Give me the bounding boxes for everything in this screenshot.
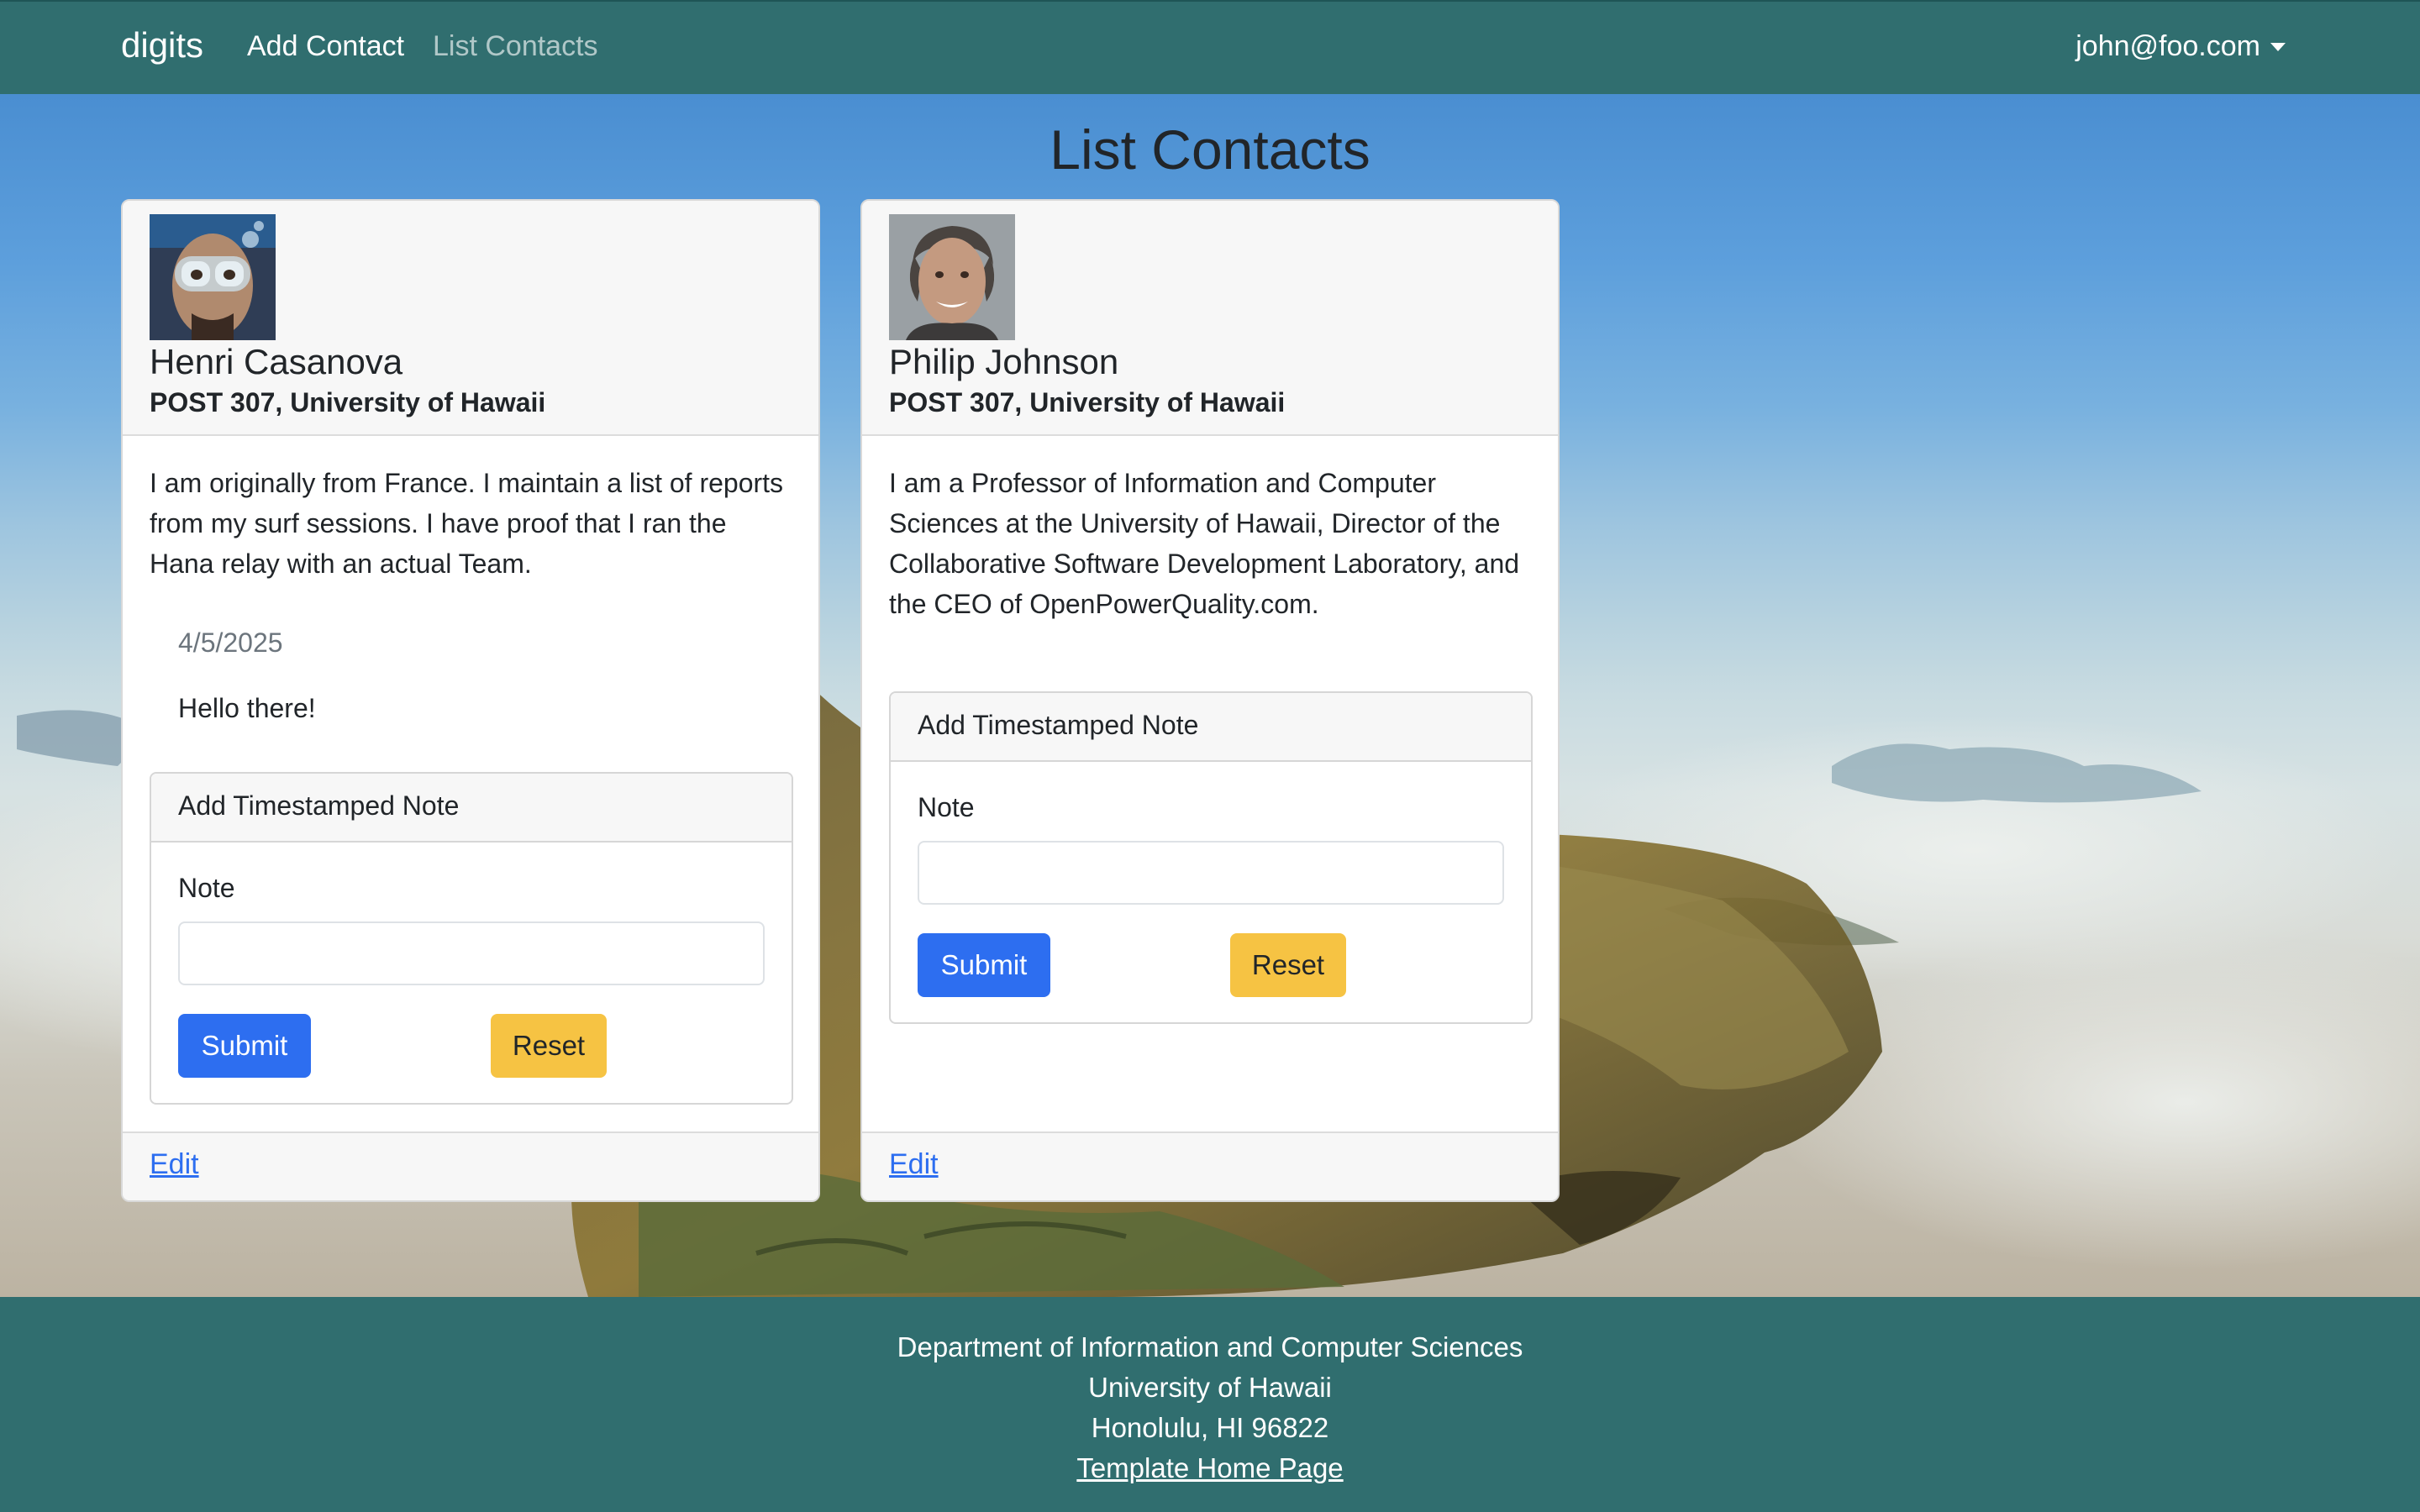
submit-button[interactable]: Submit bbox=[178, 1014, 311, 1078]
note-label: Note bbox=[178, 873, 235, 903]
caret-down-icon bbox=[2270, 42, 2286, 51]
submit-button[interactable]: Submit bbox=[918, 933, 1050, 997]
footer-city: Honolulu, HI 96822 bbox=[1091, 1412, 1329, 1443]
card-header: Henri Casanova POST 307, University of H… bbox=[123, 201, 818, 436]
contact-description: I am a Professor of Information and Comp… bbox=[889, 468, 1520, 619]
contact-address: POST 307, University of Hawaii bbox=[150, 387, 546, 417]
note-input[interactable] bbox=[178, 921, 765, 985]
contact-name: Philip Johnson bbox=[889, 342, 1119, 381]
user-email: john@foo.com bbox=[2075, 30, 2260, 62]
add-note-form: Add Timestamped Note Note Submit Reset bbox=[889, 691, 1533, 1024]
note-label: Note bbox=[918, 792, 975, 822]
avatar-photo-philip bbox=[889, 214, 1015, 340]
edit-link[interactable]: Edit bbox=[889, 1148, 939, 1181]
avatar bbox=[150, 214, 276, 340]
footer-university: University of Hawaii bbox=[1088, 1372, 1332, 1403]
top-navbar: digits Add Contact List Contacts john@fo… bbox=[0, 0, 2420, 94]
contact-name: Henri Casanova bbox=[150, 342, 403, 381]
contact-card: Philip Johnson POST 307, University of H… bbox=[860, 199, 1560, 1202]
note-text: Hello there! bbox=[178, 693, 316, 723]
template-home-link[interactable]: Template Home Page bbox=[1076, 1448, 1343, 1488]
card-footer: Edit bbox=[862, 1131, 1558, 1200]
contact-card: Henri Casanova POST 307, University of H… bbox=[121, 199, 820, 1202]
page-title: List Contacts bbox=[1050, 118, 1370, 181]
reset-button[interactable]: Reset bbox=[491, 1014, 607, 1078]
nav-add-contact[interactable]: Add Contact bbox=[247, 30, 404, 63]
note-form-title: Add Timestamped Note bbox=[151, 774, 792, 843]
card-footer: Edit bbox=[123, 1131, 818, 1200]
page-footer: Department of Information and Computer S… bbox=[0, 1297, 2420, 1512]
footer-department: Department of Information and Computer S… bbox=[897, 1331, 1523, 1362]
contact-description: I am originally from France. I maintain … bbox=[150, 468, 784, 579]
brand-link[interactable]: digits bbox=[121, 25, 203, 66]
note-input[interactable] bbox=[918, 841, 1504, 905]
card-header: Philip Johnson POST 307, University of H… bbox=[862, 201, 1558, 436]
note-form-title: Add Timestamped Note bbox=[891, 693, 1531, 762]
note-timestamp: 4/5/2025 bbox=[178, 627, 283, 658]
contact-address: POST 307, University of Hawaii bbox=[889, 387, 1286, 417]
edit-link[interactable]: Edit bbox=[150, 1148, 199, 1181]
nav-list-contacts[interactable]: List Contacts bbox=[433, 30, 598, 63]
user-dropdown[interactable]: john@foo.com bbox=[2075, 30, 2286, 63]
add-note-form: Add Timestamped Note Note Submit Reset bbox=[150, 772, 793, 1105]
avatar-photo-henri bbox=[150, 214, 276, 340]
avatar bbox=[889, 214, 1015, 340]
reset-button[interactable]: Reset bbox=[1230, 933, 1346, 997]
